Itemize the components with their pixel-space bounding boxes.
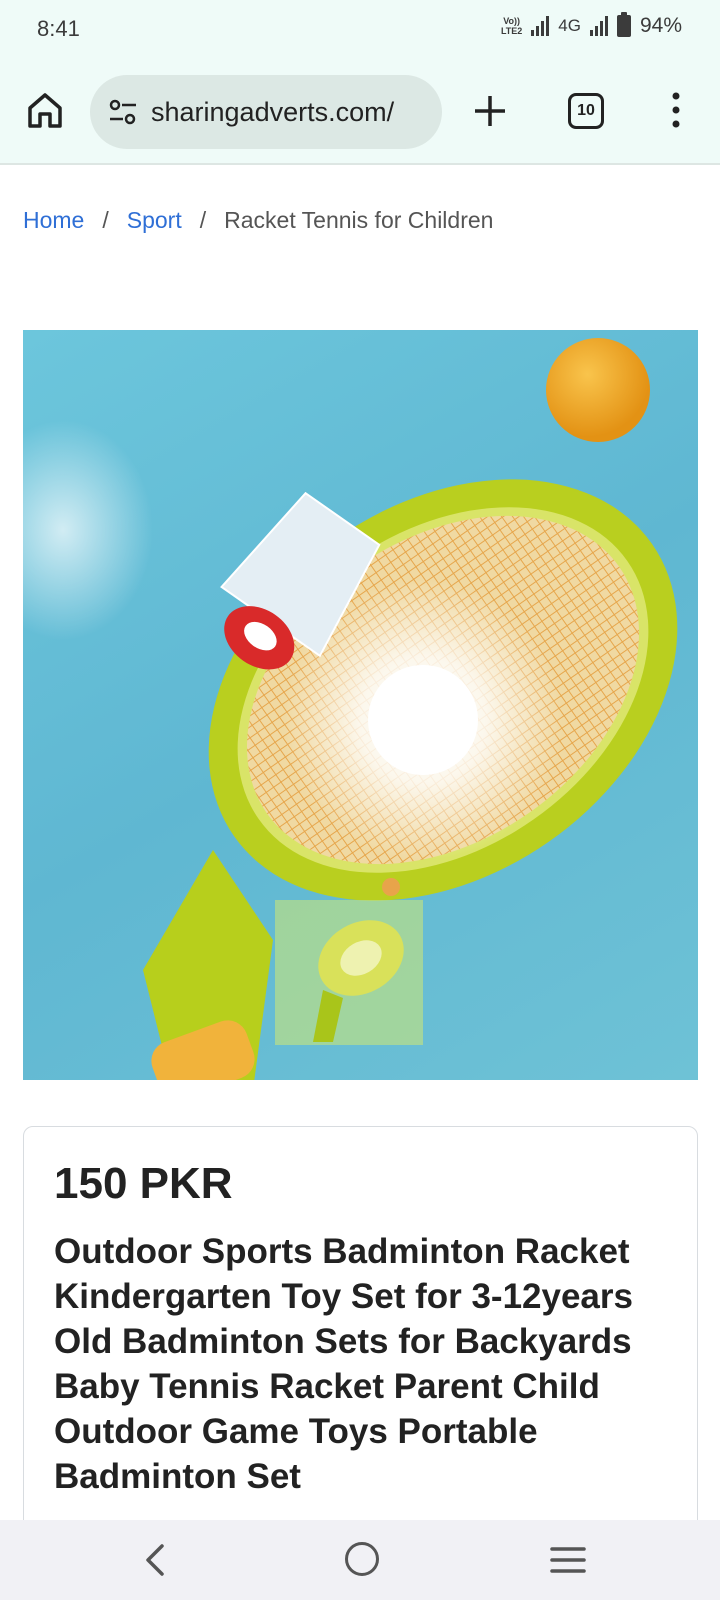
network-type: 4G <box>558 16 581 35</box>
signal-icon <box>531 16 550 36</box>
status-icons: Vo)) LTE2 4G 94% <box>500 12 682 38</box>
system-nav-bar <box>0 1520 720 1600</box>
breadcrumb-current: Racket Tennis for Children <box>224 207 494 233</box>
signal-icon-2 <box>589 16 608 36</box>
status-bar: 8:41 Vo)) LTE2 4G 94% <box>0 0 720 62</box>
racket-illustration <box>23 338 678 1080</box>
product-price: 150 PKR <box>54 1159 233 1208</box>
tab-switcher-button[interactable]: 10 <box>568 93 604 129</box>
status-time: 8:41 <box>37 16 80 41</box>
home-icon[interactable] <box>25 90 65 130</box>
home-circle-icon[interactable] <box>345 1542 379 1576</box>
more-options-icon[interactable] <box>661 90 691 130</box>
volte-indicator: Vo)) LTE2 <box>500 16 523 36</box>
site-settings-icon[interactable] <box>108 99 138 125</box>
browser-toolbar: sharingadverts.com/ 10 <box>0 62 720 165</box>
breadcrumb-separator: / <box>102 207 109 233</box>
new-tab-icon[interactable] <box>470 91 510 131</box>
battery-icon <box>616 12 631 37</box>
product-image[interactable] <box>23 330 698 1080</box>
battery-level: 94% <box>639 14 682 37</box>
address-bar[interactable]: sharingadverts.com/ <box>90 75 442 149</box>
url-text[interactable]: sharingadverts.com/ <box>151 97 433 128</box>
breadcrumb-separator: / <box>199 207 207 233</box>
back-icon[interactable] <box>140 1540 170 1580</box>
recent-apps-icon[interactable] <box>550 1546 586 1574</box>
breadcrumb: Home / Sport / Racket Tennis for Childre… <box>23 207 493 234</box>
breadcrumb-sport-link[interactable]: Sport <box>127 207 182 234</box>
breadcrumb-home-link[interactable]: Home <box>23 207 84 234</box>
product-title: Outdoor Sports Badminton Racket Kinderga… <box>54 1232 633 1496</box>
